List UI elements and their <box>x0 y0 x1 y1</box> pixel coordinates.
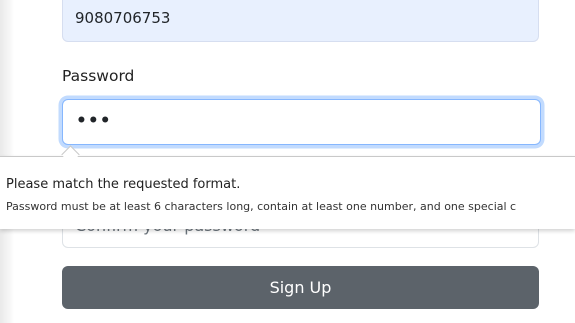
sign-up-button[interactable]: Sign Up <box>62 266 539 309</box>
validation-tooltip: Please match the requested format. Passw… <box>0 156 575 229</box>
validation-tooltip-detail: Password must be at least 6 characters l… <box>6 200 517 213</box>
validation-tooltip-title: Please match the requested format. <box>6 177 241 192</box>
phone-input-value: 9080706753 <box>75 9 171 27</box>
signup-form-page: 9080706753 Password ••• Confirm your pas… <box>0 0 575 323</box>
password-label: Password <box>62 67 135 85</box>
phone-input[interactable]: 9080706753 <box>62 0 539 42</box>
password-input[interactable]: ••• <box>62 99 541 145</box>
password-input-value: ••• <box>76 111 112 131</box>
